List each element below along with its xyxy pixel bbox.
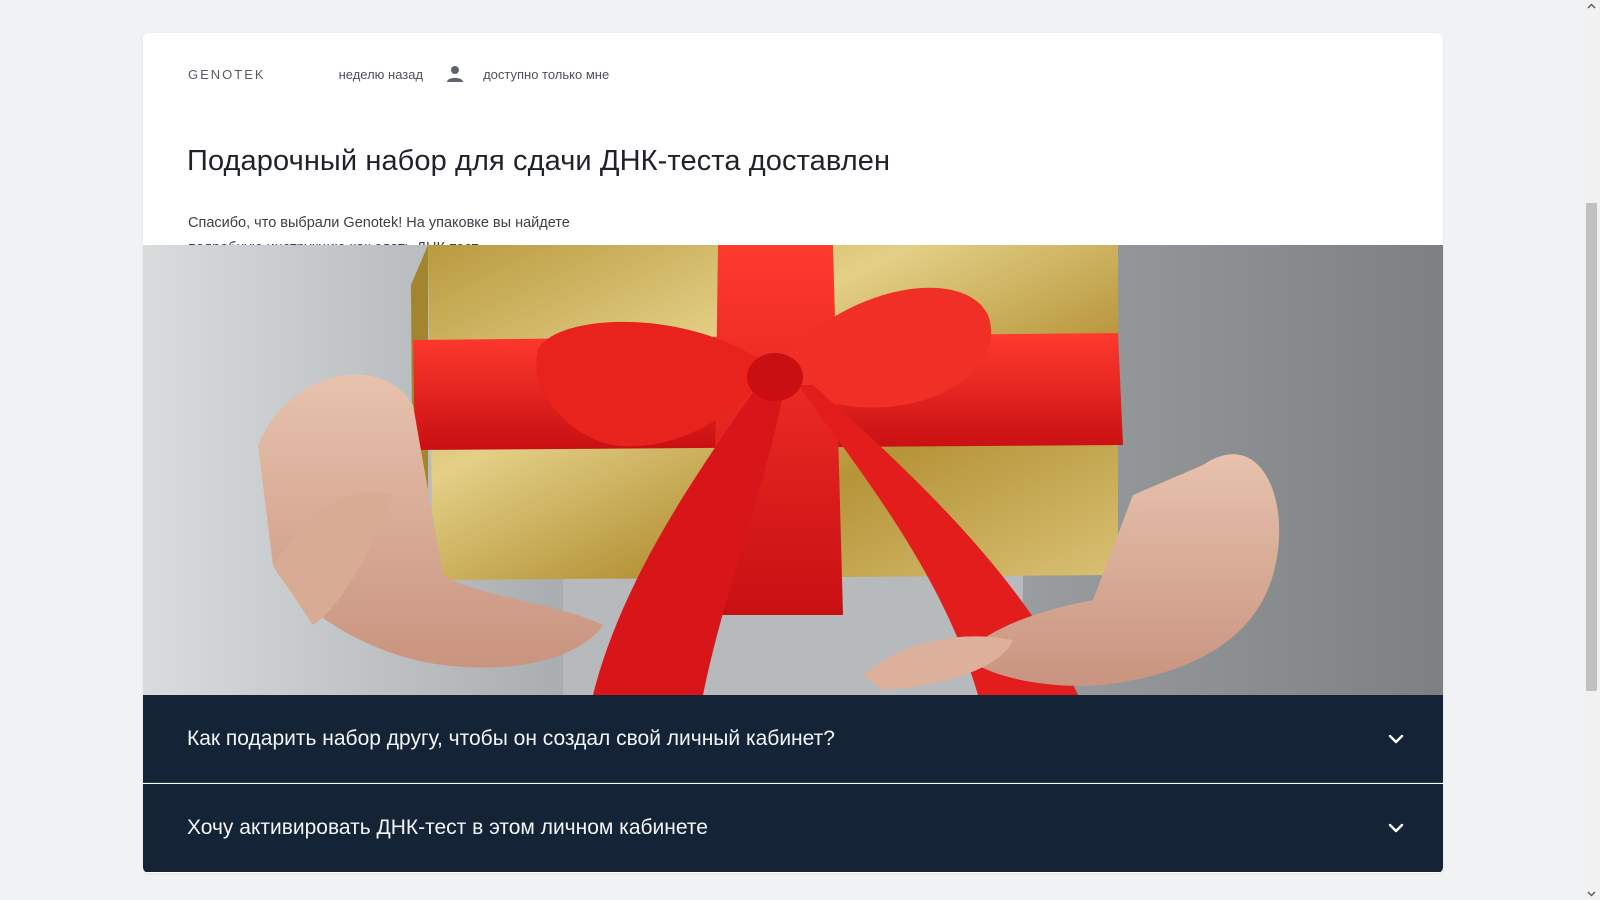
brand-label: GENOTEK bbox=[188, 66, 266, 82]
gift-box-photo bbox=[143, 245, 1443, 695]
faq-item-activate-test[interactable]: Хочу активировать ДНК-тест в этом личном… bbox=[143, 784, 1443, 872]
faq-question: Как подарить набор другу, чтобы он созда… bbox=[187, 726, 835, 750]
chevron-down-icon[interactable] bbox=[1385, 728, 1407, 750]
scroll-up-icon[interactable] bbox=[1587, 2, 1596, 11]
post-title: Подарочный набор для сдачи ДНК-теста дос… bbox=[187, 145, 891, 177]
post-meta: GENOTEK неделю назад доступно только мне bbox=[188, 64, 609, 84]
scroll-down-icon[interactable] bbox=[1587, 889, 1596, 898]
visibility-label: доступно только мне bbox=[483, 66, 610, 82]
post-time: неделю назад bbox=[338, 66, 424, 82]
scrollbar-thumb[interactable] bbox=[1586, 203, 1597, 691]
user-icon bbox=[445, 64, 465, 84]
chevron-down-icon[interactable] bbox=[1385, 817, 1407, 839]
page-scrollbar[interactable] bbox=[1583, 0, 1600, 900]
faq-question: Хочу активировать ДНК-тест в этом личном… bbox=[187, 816, 708, 839]
post-card: GENOTEK неделю назад доступно только мне… bbox=[143, 33, 1443, 873]
faq-item-gift-friend[interactable]: Как подарить набор другу, чтобы он созда… bbox=[143, 695, 1443, 783]
